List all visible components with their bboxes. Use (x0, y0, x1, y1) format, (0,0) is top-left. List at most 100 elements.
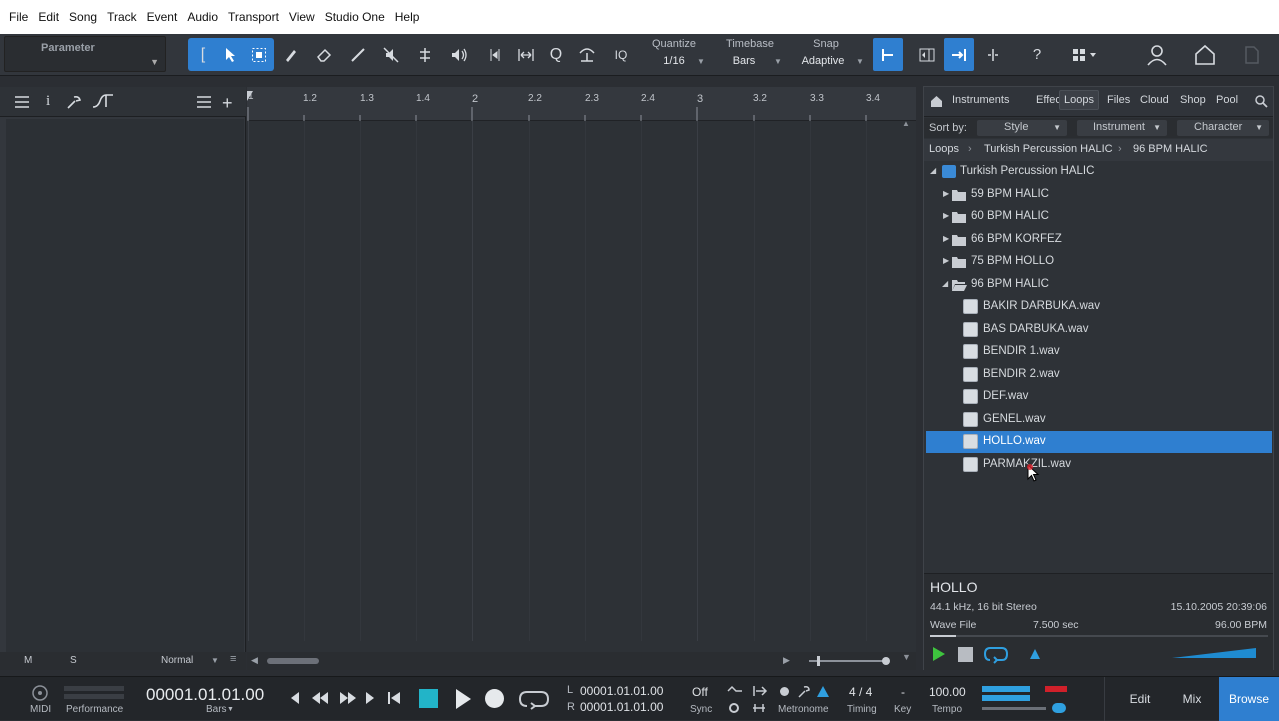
wrench-icon[interactable] (66, 95, 82, 109)
chevron-down-icon[interactable]: ▼ (227, 706, 234, 713)
expanded-arrow-icon[interactable]: ◢ (942, 279, 948, 288)
timebase-value[interactable]: Bars (722, 55, 766, 67)
scroll-right-icon[interactable]: ▶ (783, 655, 790, 666)
collapsed-arrow-icon[interactable]: ▶ (943, 211, 949, 220)
collapsed-arrow-icon[interactable]: ▶ (943, 234, 949, 243)
file-item[interactable]: BENDIR 1.wav (924, 341, 1273, 363)
home-icon[interactable] (930, 95, 943, 108)
breadcrumb-pack[interactable]: Turkish Percussion HALIC (984, 143, 1113, 155)
collapsed-arrow-icon[interactable]: ▶ (943, 256, 949, 265)
preview-volume-slider[interactable] (1172, 648, 1256, 658)
tempo-value[interactable]: 100.00 (929, 685, 966, 699)
file-item-selected[interactable]: HOLLO.wav (926, 431, 1272, 453)
key-value[interactable]: - (901, 685, 905, 699)
tab-loops[interactable]: Loops (1059, 90, 1099, 110)
track-menu-icon[interactable] (196, 95, 212, 109)
snap-value[interactable]: Adaptive (796, 55, 850, 67)
paint-tool-icon[interactable] (343, 38, 373, 71)
scroll-up-icon[interactable]: ▲ (902, 119, 910, 128)
inspector-toggle-icon[interactable] (912, 38, 942, 71)
bend-tool-icon[interactable] (480, 38, 510, 71)
tab-cloud[interactable]: Cloud (1140, 94, 1169, 106)
scroll-down-icon[interactable]: ▼ (902, 652, 911, 662)
previous-marker-icon[interactable] (289, 691, 301, 705)
stretch-tool-icon[interactable] (511, 38, 541, 71)
tab-shop[interactable]: Shop (1180, 94, 1206, 106)
punch-icon[interactable] (752, 702, 766, 714)
edit-view-button[interactable]: Edit (1117, 677, 1163, 721)
precount-icon[interactable] (727, 685, 743, 697)
add-track-icon[interactable]: + (222, 93, 233, 114)
zoom-slider[interactable] (809, 660, 889, 662)
sync-value[interactable]: Off (692, 685, 708, 699)
mode-select[interactable]: Normal (161, 655, 193, 666)
menu-icon[interactable]: ≡ (230, 653, 236, 665)
file-item[interactable]: BENDIR 2.wav (924, 364, 1273, 386)
solo-button[interactable]: S (70, 655, 77, 666)
tab-pool[interactable]: Pool (1216, 94, 1238, 106)
fast-forward-icon[interactable] (339, 691, 357, 705)
preroll-icon[interactable] (752, 685, 768, 697)
range-tool-icon[interactable] (244, 38, 274, 71)
quantize-q-button[interactable]: Q (541, 38, 571, 71)
loop-right-display[interactable]: 00001.01.01.00 (580, 700, 663, 714)
menu-song[interactable]: Song (64, 0, 102, 34)
parameter-selector[interactable]: Parameter ▼ (4, 36, 166, 72)
folder-item[interactable]: ▶ 75 BPM HOLLO (924, 251, 1273, 273)
record-button[interactable] (485, 689, 504, 708)
track-list-area[interactable] (6, 119, 244, 654)
preview-progress[interactable] (930, 635, 1268, 637)
wrench-icon[interactable] (797, 685, 811, 698)
chevron-down-icon[interactable]: ▼ (211, 656, 219, 665)
play-preview-icon[interactable] (932, 646, 946, 662)
file-item[interactable]: BAKIR DARBUKA.wav (924, 296, 1273, 318)
home-icon[interactable] (1190, 38, 1220, 71)
browse-view-button[interactable]: Browse (1219, 677, 1279, 721)
tab-files[interactable]: Files (1107, 94, 1130, 106)
chevron-down-icon[interactable]: ▼ (856, 57, 864, 66)
expanded-arrow-icon[interactable]: ◢ (930, 166, 936, 175)
folder-item[interactable]: ▶ 66 BPM KORFEZ (924, 229, 1273, 251)
iq-button[interactable]: IQ (606, 38, 636, 71)
horizontal-scrollbar[interactable] (267, 658, 319, 664)
listen-tool-icon[interactable] (444, 38, 474, 71)
arrow-tool-icon[interactable] (216, 38, 246, 71)
menu-audio[interactable]: Audio (182, 0, 223, 34)
grid-menu-icon[interactable] (1064, 38, 1106, 71)
tab-instruments[interactable]: Instruments (952, 94, 1009, 106)
stop-preview-icon[interactable] (958, 647, 973, 662)
automation-icon[interactable] (92, 93, 114, 109)
file-item[interactable]: DEF.wav (924, 386, 1273, 408)
menu-file[interactable]: File (4, 0, 33, 34)
snap-toggle-icon[interactable] (873, 38, 903, 71)
timeline-ruler[interactable]: 1 1.2 1.3 1.4 2 2.2 2.3 2.4 3 3.2 3.3 3.… (247, 87, 916, 128)
mute-button[interactable]: M (24, 655, 32, 666)
chevron-down-icon[interactable]: ▼ (697, 57, 705, 66)
menu-transport[interactable]: Transport (223, 0, 284, 34)
primary-time-display[interactable]: 00001.01.01.00 (146, 685, 264, 705)
loop-button[interactable] (518, 687, 550, 711)
folder-item-open[interactable]: ◢ 96 BPM HALIC (924, 274, 1273, 296)
midi-icon[interactable] (30, 684, 50, 702)
tree-root-item[interactable]: ◢ Turkish Percussion HALIC (924, 161, 1273, 183)
breadcrumb-loops[interactable]: Loops (929, 143, 959, 155)
folder-item[interactable]: ▶ 59 BPM HALIC (924, 184, 1273, 206)
click-dot-icon[interactable] (780, 687, 789, 696)
chevron-down-icon[interactable]: ▼ (774, 57, 782, 66)
pencil-tool-icon[interactable] (276, 38, 306, 71)
scroll-left-icon[interactable]: ◀ (251, 655, 258, 666)
folder-item[interactable]: ▶ 60 BPM HALIC (924, 206, 1273, 228)
split-view-icon[interactable] (978, 38, 1008, 71)
stop-button[interactable] (419, 689, 438, 708)
collapsed-arrow-icon[interactable]: ▶ (943, 189, 949, 198)
menu-track[interactable]: Track (102, 0, 142, 34)
info-icon[interactable]: i (46, 93, 50, 110)
list-icon[interactable] (14, 95, 30, 109)
main-volume-slider[interactable] (982, 707, 1046, 710)
loop-left-display[interactable]: 00001.01.01.00 (580, 684, 663, 698)
return-to-zero-icon[interactable] (387, 691, 401, 705)
gear-icon[interactable] (728, 702, 740, 714)
metronome-preview-icon[interactable] (1029, 648, 1041, 660)
play-button[interactable] (454, 688, 472, 710)
zoom-slider-thumb[interactable] (817, 656, 820, 666)
